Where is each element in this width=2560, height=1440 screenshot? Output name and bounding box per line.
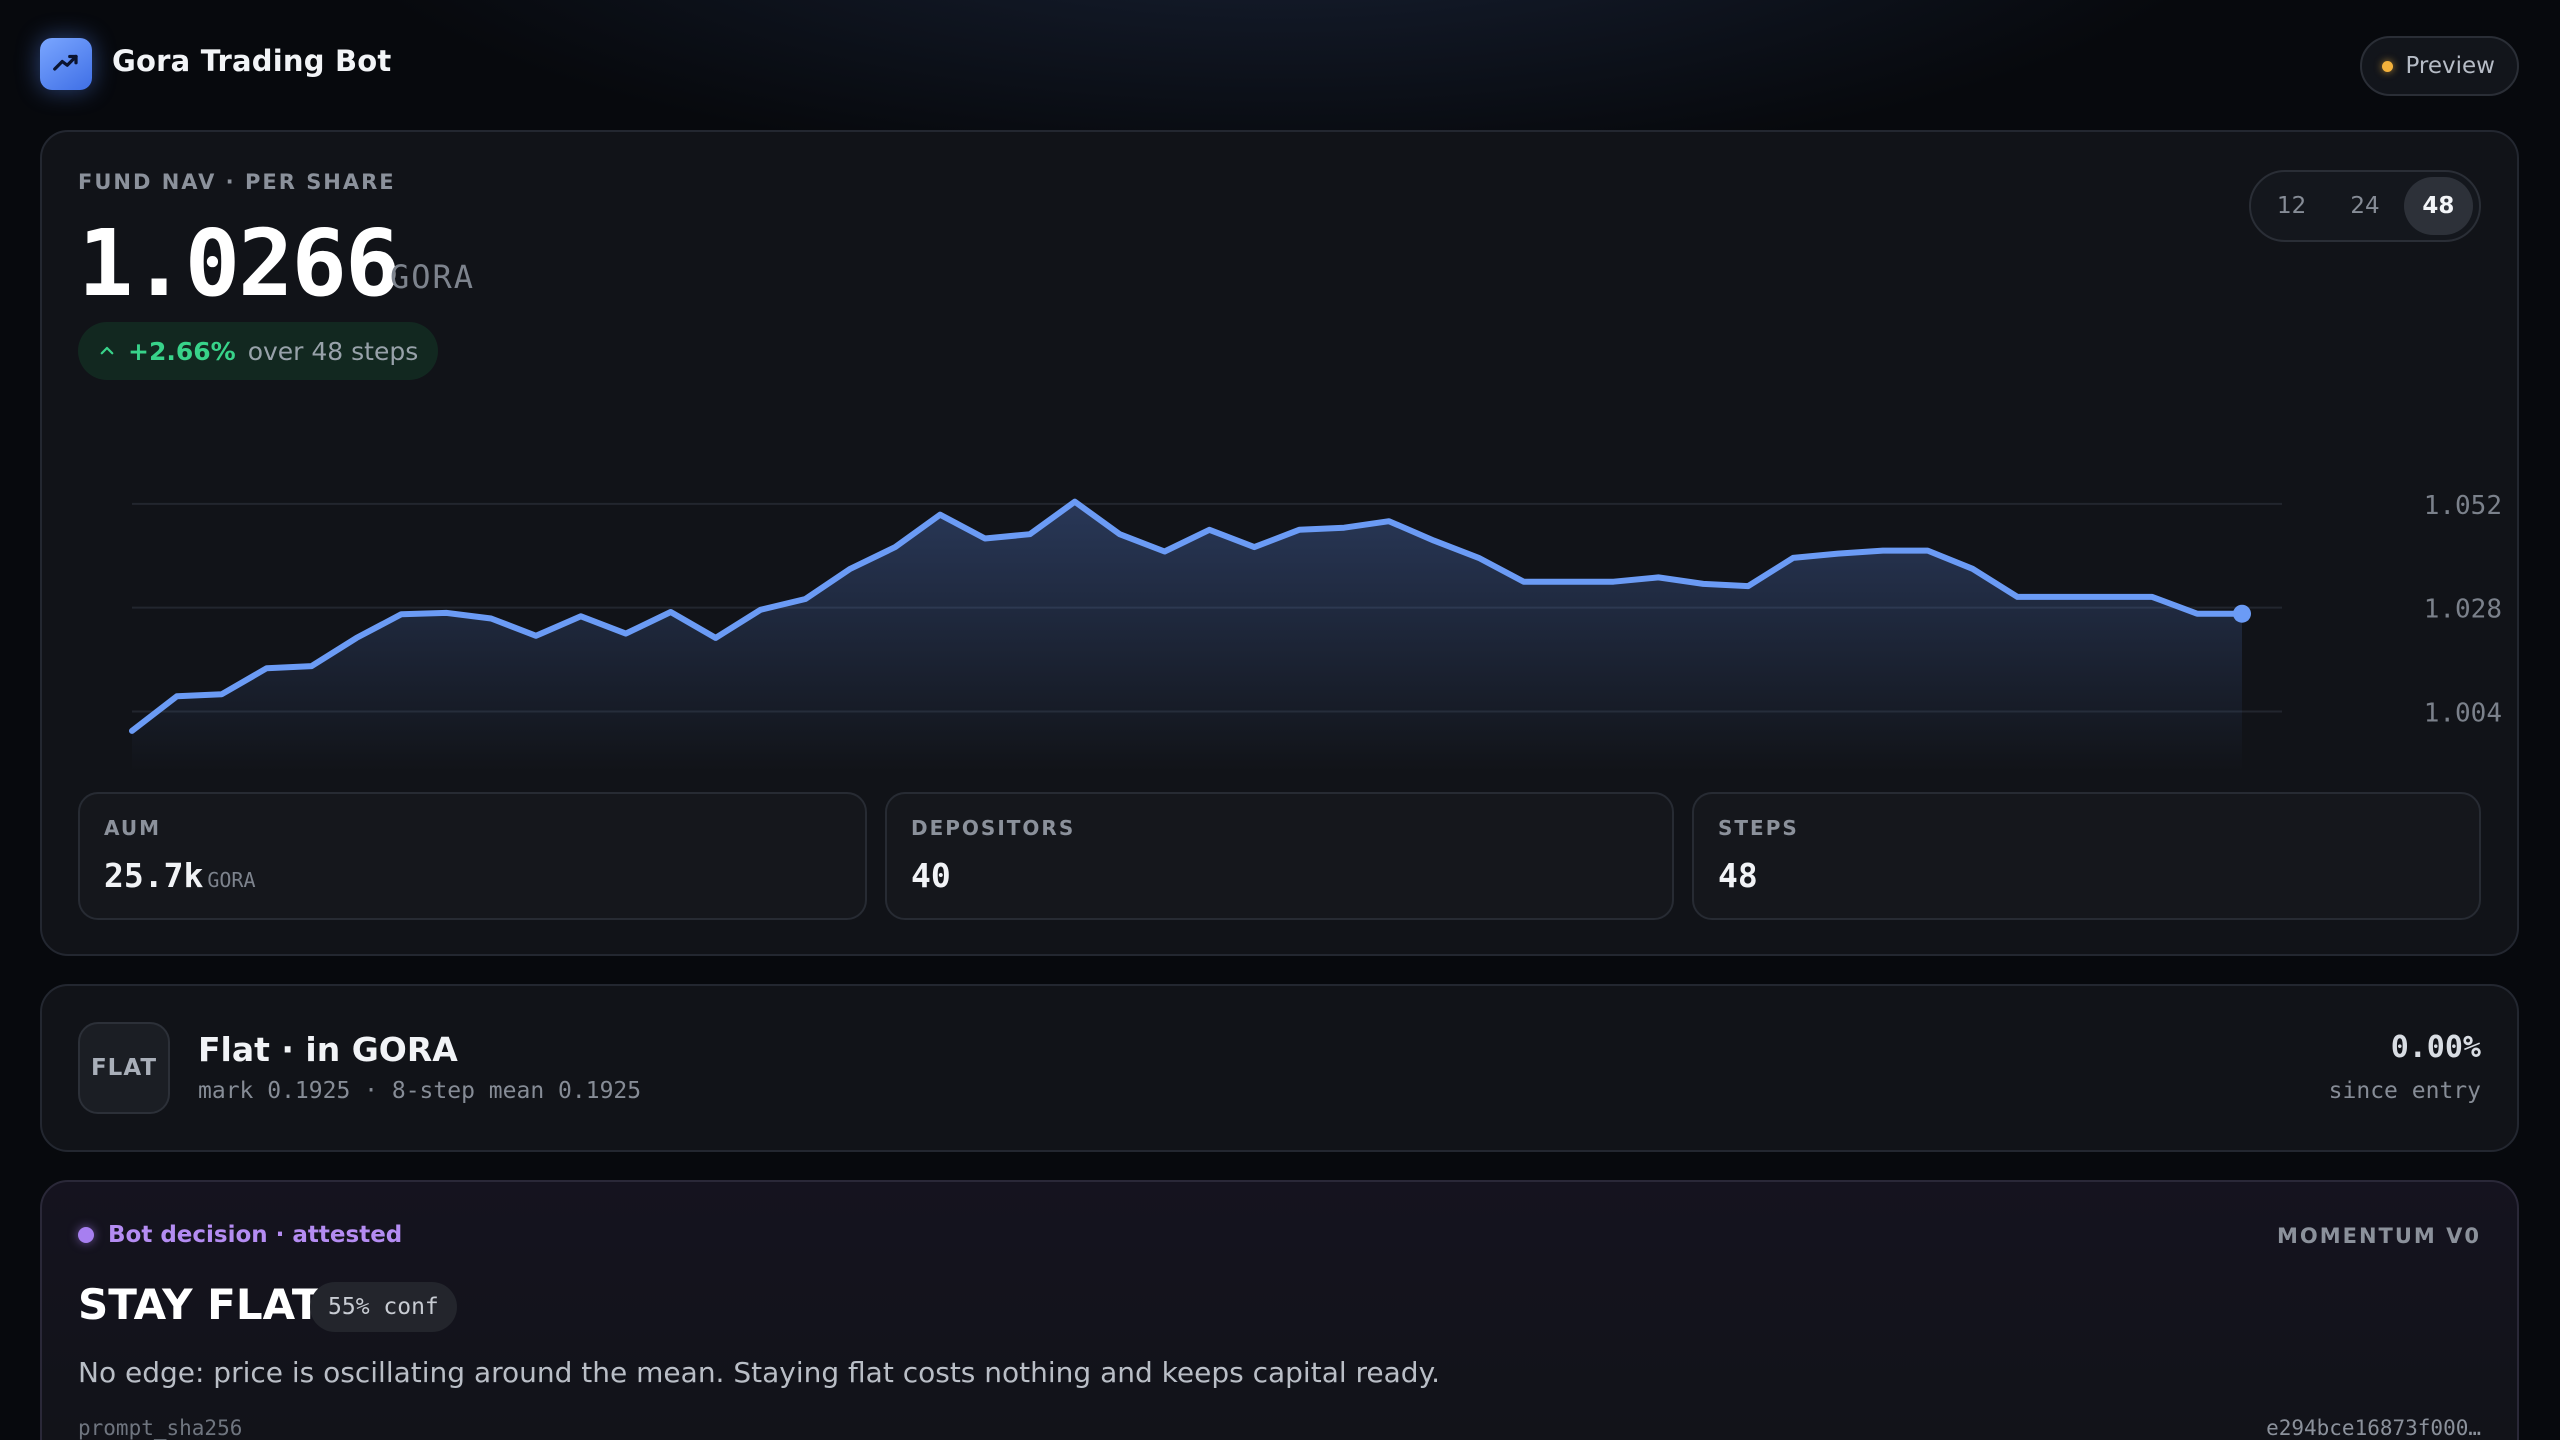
app-header: Gora Trading Bot Preview	[40, 36, 2519, 96]
confidence-badge: 55% conf	[310, 1282, 457, 1332]
nav-value: 1.0266	[78, 210, 400, 317]
y-tick-label: 1.028	[2424, 595, 2502, 625]
range-option-24[interactable]: 24	[2330, 177, 2399, 235]
stat-label: STEPS	[1718, 816, 1799, 840]
bot-model: MOMENTUM V0	[2276, 1224, 2481, 1248]
bot-tag: Bot decision · attested	[78, 1222, 402, 1248]
stat-value: 25.7k GORA	[104, 856, 256, 895]
nav-kicker: FUND NAV · PER SHARE	[78, 170, 396, 194]
hash-value[interactable]: e294bce16873f000…	[2266, 1416, 2481, 1440]
nav-unit: GORA	[390, 258, 476, 296]
stat-aum: AUM 25.7k GORA	[78, 792, 867, 920]
y-tick-label: 1.052	[2424, 491, 2502, 521]
chevron-up-icon	[100, 346, 114, 355]
stat-depositors: DEPOSITORS 40	[885, 792, 1674, 920]
stat-steps: STEPS 48	[1692, 792, 2481, 920]
stat-label: AUM	[104, 816, 162, 840]
range-selector: 12 24 48	[2249, 170, 2481, 242]
change-badge: +2.66% over 48 steps	[78, 322, 439, 380]
bot-tag-label: Bot decision · attested	[108, 1222, 403, 1248]
stat-unit: GORA	[207, 868, 256, 892]
position-title: Flat · in GORA	[198, 1030, 458, 1069]
trend-chart-icon	[40, 38, 92, 90]
position-subtitle: mark 0.1925 · 8-step mean 0.1925	[198, 1078, 642, 1104]
attested-dot-icon	[78, 1227, 94, 1243]
nav-card: FUND NAV · PER SHARE 1.0266 GORA +2.66% …	[40, 130, 2519, 956]
status-dot-icon	[2382, 60, 2394, 72]
stat-label: DEPOSITORS	[911, 816, 1076, 840]
position-pnl-label: since entry	[2328, 1078, 2481, 1104]
stat-value-number: 25.7k	[104, 856, 204, 895]
stat-value: 48	[1718, 856, 1758, 895]
bot-reason: No edge: price is oscillating around the…	[78, 1356, 1441, 1389]
stat-value: 40	[911, 856, 951, 895]
last-point-marker	[2233, 604, 2251, 623]
change-text: over 48 steps	[247, 336, 419, 366]
range-option-12[interactable]: 12	[2257, 177, 2326, 235]
app-title: Gora Trading Bot	[112, 44, 392, 78]
change-percent: +2.66%	[128, 336, 236, 366]
preview-label: Preview	[2405, 53, 2495, 79]
position-badge: FLAT	[78, 1022, 170, 1114]
y-tick-label: 1.004	[2424, 698, 2502, 728]
bot-decision: STAY FLAT	[78, 1280, 321, 1329]
bot-decision-card: Bot decision · attested MOMENTUM V0 STAY…	[40, 1180, 2519, 1440]
range-option-48[interactable]: 48	[2403, 177, 2473, 235]
position-card: FLAT Flat · in GORA mark 0.1925 · 8-step…	[40, 984, 2519, 1152]
nav-chart: 1.052 1.028 1.004	[129, 491, 2502, 772]
hash-label: prompt_sha256	[78, 1416, 243, 1440]
preview-badge[interactable]: Preview	[2360, 36, 2519, 96]
position-pnl: 0.00%	[2390, 1030, 2481, 1065]
